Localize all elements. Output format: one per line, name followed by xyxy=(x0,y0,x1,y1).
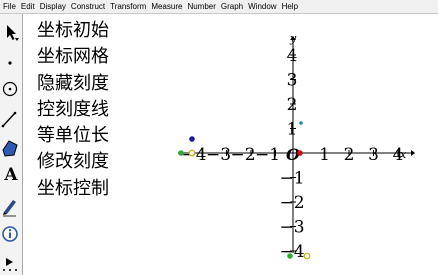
y-axis-label: y xyxy=(289,32,297,45)
x-tick-label: −1 xyxy=(255,145,280,165)
y-tick-label: −2 xyxy=(279,193,304,213)
scale-control-point[interactable] xyxy=(189,136,195,142)
coordinate-system: −4−3−2−11234 4321−1−2−3−4 x y O xyxy=(178,32,415,262)
x-tick-label: −2 xyxy=(230,145,255,165)
x-axis-label: x xyxy=(400,148,407,161)
origin-point[interactable] xyxy=(297,150,303,156)
y-tick-label: 1 xyxy=(287,120,298,140)
x-tick-label: 1 xyxy=(319,145,330,165)
y-tick-label: 3 xyxy=(287,71,298,91)
x-axis-arrow xyxy=(411,150,415,156)
y-axis-control-yellow[interactable] xyxy=(303,252,311,260)
y-tick-label: −3 xyxy=(279,218,304,238)
x-tick-label: 3 xyxy=(368,145,379,165)
y-tick-label: 2 xyxy=(287,95,298,115)
y-tick-label: 4 xyxy=(287,46,298,66)
x-tick-label: −3 xyxy=(206,145,231,165)
x-axis-control-green[interactable] xyxy=(178,150,184,156)
y-tick-label: −1 xyxy=(279,169,304,189)
x-axis-control-yellow[interactable] xyxy=(188,149,196,157)
y-tick-label: −4 xyxy=(279,242,304,262)
unit-point[interactable] xyxy=(299,121,303,125)
y-axis-control-green[interactable] xyxy=(287,253,293,259)
x-tick-label: 2 xyxy=(344,145,355,165)
